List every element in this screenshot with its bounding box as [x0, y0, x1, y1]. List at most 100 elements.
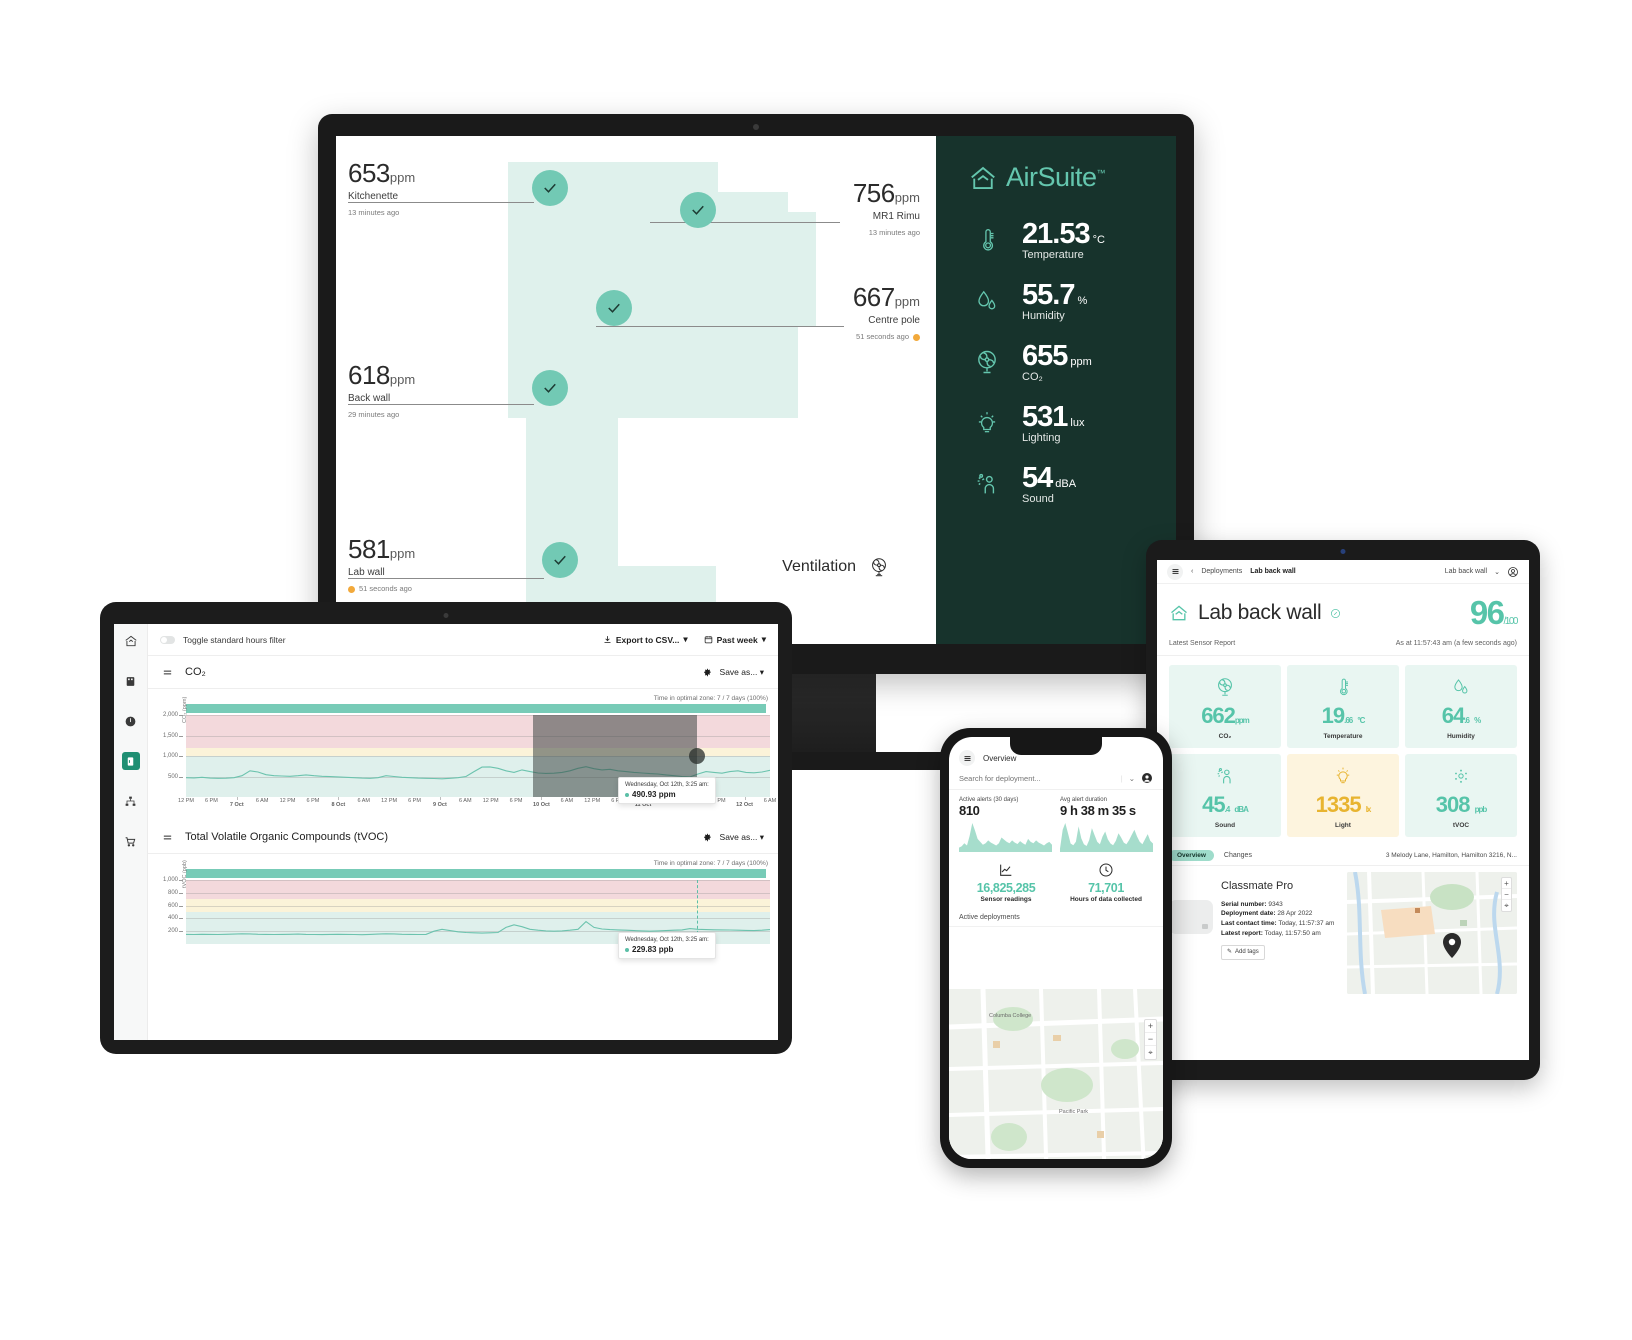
tile-co2[interactable]: 662ppm CO₂	[1169, 665, 1281, 748]
y-tick-label: 800	[167, 889, 178, 896]
tile-tvoc[interactable]: 308 ppb tVOC	[1405, 754, 1517, 837]
sensor-pin-back-wall[interactable]	[532, 370, 568, 406]
phone-deployments-map[interactable]: SLYN Columba College Pacific Park + − ⌖	[949, 989, 1163, 1159]
sensor-label-kitchenette[interactable]: 653ppm Kitchenette 13 minutes ago	[348, 158, 415, 217]
device-meta: Classmate Pro Serial number: 9343 Deploy…	[1221, 878, 1334, 994]
x-tick	[744, 797, 746, 800]
chevron-down-icon[interactable]: ⌄	[1129, 774, 1135, 783]
add-tags-button[interactable]: ✎ Add tags	[1221, 944, 1265, 960]
tile-sound[interactable]: 45.4 dBA Sound	[1169, 754, 1281, 837]
tooltip-value: 490.93 ppm	[625, 790, 709, 799]
y-tick	[179, 776, 183, 778]
warning-dot-icon	[348, 585, 355, 593]
stat-active-alerts: Active alerts (30 days) 810	[959, 797, 1052, 852]
tile-label: Temperature	[1323, 733, 1363, 740]
sparkline-active-alerts	[959, 820, 1052, 852]
tooltip-date: Wednesday, Oct 12th, 3:25 am:	[625, 782, 709, 788]
svg-text:Columba College: Columba College	[989, 1013, 1031, 1019]
score-value: 96/100	[1469, 594, 1519, 631]
metric-co2: 655 ppm CO₂	[936, 331, 1176, 392]
sensor-value: 756	[852, 178, 895, 208]
building-icon[interactable]	[122, 672, 140, 690]
gauge-icon[interactable]	[122, 712, 140, 730]
drag-handle-icon[interactable]	[162, 832, 173, 843]
location-map[interactable]: + − ⌖	[1347, 872, 1517, 994]
map-compass-icon[interactable]: ⌖	[1502, 900, 1511, 911]
menu-icon[interactable]	[959, 750, 975, 766]
back-chevron-icon[interactable]: ‹	[1191, 568, 1193, 575]
optimal-zone-bar	[186, 869, 766, 878]
deployment-selector[interactable]: Lab back wall	[1445, 568, 1487, 575]
home-icon[interactable]	[122, 632, 140, 650]
drag-handle-icon[interactable]	[162, 667, 173, 678]
x-tick-label: 6 AM	[357, 798, 371, 804]
tab-changes[interactable]: Changes	[1224, 852, 1252, 859]
sensor-timestamp: 51 seconds ago	[853, 332, 920, 341]
date-range-button[interactable]: Past week ▾	[704, 634, 766, 645]
chevron-down-icon: ▾	[759, 831, 764, 842]
leader-line	[650, 222, 840, 223]
tvoc-chart[interactable]: tVOC (ppb) 200 400 600 800 1,000 Wednesday, …	[148, 860, 778, 959]
tile-value: 45.4 dBA	[1202, 792, 1249, 817]
map-compass-icon[interactable]: ⌖	[1145, 1046, 1156, 1059]
sensor-label-centre-pole[interactable]: 667ppm Centre pole 51 seconds ago	[853, 282, 920, 341]
map-zoom-controls[interactable]: + − ⌖	[1501, 877, 1512, 912]
avatar[interactable]	[1507, 566, 1519, 578]
sensor-pin-mr1-rimu[interactable]	[680, 192, 716, 228]
map-graphic	[1347, 872, 1517, 994]
save-as-button[interactable]: Save as... ▾	[720, 832, 764, 843]
sensor-label-mr1-rimu[interactable]: 756ppm MR1 Rimu 13 minutes ago	[853, 178, 920, 237]
map-zoom-controls[interactable]: + − ⌖	[1144, 1019, 1157, 1060]
device-icon[interactable]	[121, 752, 140, 770]
sensor-pin-centre-pole[interactable]	[596, 290, 632, 326]
edit-icon[interactable]	[1330, 608, 1341, 619]
tablet-camera-icon	[1340, 549, 1346, 554]
chart-card-tvoc: Total Volatile Organic Compounds (tVOC) …	[148, 821, 778, 959]
sitemap-icon[interactable]	[122, 792, 140, 810]
sensor-label-lab-wall[interactable]: 581ppm Lab wall 51 seconds ago	[348, 534, 415, 593]
stat-value: 810	[959, 803, 980, 818]
chevron-down-icon: ▾	[761, 634, 766, 644]
sensor-pin-kitchenette[interactable]	[532, 170, 568, 206]
map-zoom-in-button[interactable]: +	[1502, 878, 1511, 889]
chart-title: Total Volatile Organic Compounds (tVOC)	[185, 831, 388, 843]
breadcrumb-parent[interactable]: Deployments	[1201, 568, 1242, 575]
export-csv-button[interactable]: Export to CSV... ▾	[603, 634, 688, 645]
gear-icon[interactable]	[703, 833, 712, 842]
save-as-button[interactable]: Save as... ▾	[720, 667, 764, 678]
search-input[interactable]	[959, 773, 1079, 783]
tab-overview[interactable]: Overview	[1169, 850, 1214, 861]
co2-chart[interactable]: CO₂ (ppm) 500 1,000 1,500 2,000 12 PM 6 PM 7 …	[148, 697, 778, 811]
sparkline-avg-duration	[1060, 820, 1153, 852]
floorplan-shape	[526, 418, 618, 566]
menu-icon[interactable]	[1167, 563, 1183, 580]
tile-humidity[interactable]: 64.6 % Humidity	[1405, 665, 1517, 748]
card-actions: Save as... ▾	[703, 667, 764, 678]
tile-temperature[interactable]: 19.66 °C Temperature	[1287, 665, 1399, 748]
map-zoom-in-button[interactable]: +	[1145, 1020, 1156, 1033]
avatar[interactable]	[1141, 772, 1153, 784]
y-tick-label: 1,000	[162, 877, 178, 883]
sensor-label-back-wall[interactable]: 618ppm Back wall 29 minutes ago	[348, 360, 415, 419]
cart-icon[interactable]	[122, 832, 140, 850]
map-zoom-out-button[interactable]: −	[1145, 1033, 1156, 1046]
chevron-down-icon[interactable]: ⌄	[1494, 568, 1500, 576]
tile-light[interactable]: 1335 lx Light	[1287, 754, 1399, 837]
sensor-pin-lab-wall[interactable]	[542, 542, 578, 578]
sensor-value: 653	[348, 158, 390, 188]
brand-name: AirSuite™	[1006, 162, 1106, 192]
device-photo	[1169, 900, 1213, 934]
laptop-nav-rail[interactable]	[114, 624, 148, 1040]
y-tick	[179, 756, 183, 757]
standard-hours-toggle[interactable]	[160, 635, 175, 644]
airsuite-logo-icon	[1169, 603, 1189, 623]
tile-label: Humidity	[1447, 733, 1475, 740]
sensor-unit: ppm	[894, 190, 920, 205]
gear-icon[interactable]	[703, 668, 712, 677]
phone-search-row[interactable]: | ⌄	[949, 767, 1163, 790]
floorplan-view[interactable]: 653ppm Kitchenette 13 minutes ago 756ppm…	[336, 136, 936, 644]
metric-humidity: 55.7% Humidity	[936, 270, 1176, 331]
sensor-timestamp: 51 seconds ago	[348, 584, 415, 593]
map-zoom-out-button[interactable]: −	[1502, 889, 1511, 900]
y-tick-label: 1,000	[162, 753, 178, 759]
